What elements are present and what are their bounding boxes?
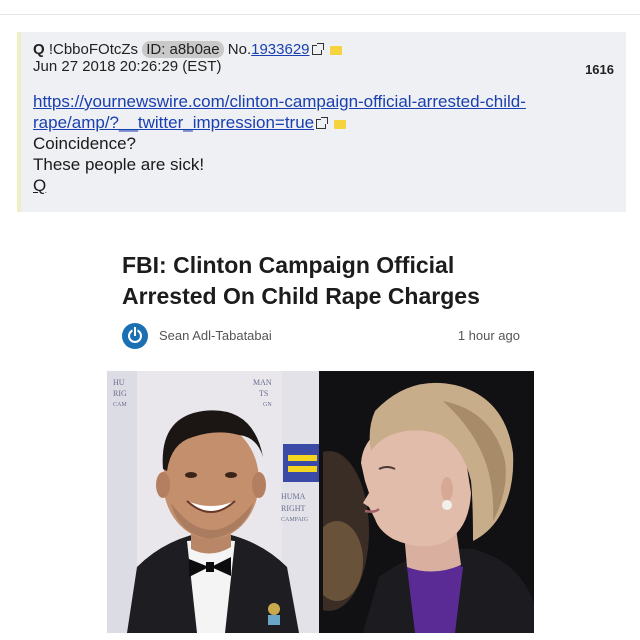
post-number-link[interactable]: 1933629 — [251, 41, 309, 58]
post-body: https://yournewswire.com/clinton-campaig… — [33, 91, 626, 196]
post-link-line-2[interactable]: rape/amp/?__twitter_impression=true — [33, 113, 314, 132]
article-time: 1 hour ago — [457, 328, 520, 343]
post-link-line-1[interactable]: https://yournewswire.com/clinton-campaig… — [33, 92, 526, 111]
backdrop-text: HUMA — [281, 492, 306, 501]
external-link-icon[interactable] — [316, 117, 329, 129]
backdrop-text: TS — [259, 389, 268, 398]
backdrop-text: GN — [263, 402, 272, 408]
photo-man-in-tuxedo: HU RIG CAM MAN TS GN HUMA RIGHT CAMPAIG — [107, 371, 319, 633]
backdrop-text: MAN — [253, 378, 272, 387]
post-header: Q !CbboFOtcZs ID: a8b0ae No.1933629 — [33, 41, 626, 58]
folder-icon[interactable] — [329, 46, 342, 55]
backdrop-text: HU — [113, 378, 125, 387]
article-title-line-2: Arrested On Child Rape Charges — [122, 283, 480, 309]
article-title-line-1: FBI: Clinton Campaign Official — [122, 252, 455, 278]
post-card: Q !CbboFOtcZs ID: a8b0ae No.1933629 Jun … — [17, 32, 626, 212]
screenshot-page: Q !CbboFOtcZs ID: a8b0ae No.1933629 Jun … — [0, 0, 640, 640]
backdrop-text: RIGHT — [281, 504, 306, 513]
external-link-icon[interactable] — [311, 43, 324, 55]
article-byline: Sean Adl-Tabatabai 1 hour ago — [122, 323, 522, 349]
post-link[interactable]: https://yournewswire.com/clinton-campaig… — [33, 91, 626, 133]
author-name[interactable]: Sean Adl-Tabatabai — [159, 328, 272, 343]
post-left-border — [17, 32, 21, 212]
article-photos: HU RIG CAM MAN TS GN HUMA RIGHT CAMPAIG — [107, 371, 534, 633]
post-number-label: No. — [227, 41, 252, 58]
post-count: 1616 — [585, 62, 614, 77]
poster-tripcode: !CbboFOtcZs — [48, 41, 139, 58]
article-title[interactable]: FBI: Clinton Campaign Official Arrested … — [122, 250, 542, 312]
top-divider — [0, 14, 640, 15]
backdrop-text: CAM — [113, 402, 127, 408]
power-logo-icon — [122, 323, 148, 349]
post-signature: Q — [33, 176, 47, 195]
backdrop-text: RIG — [113, 389, 127, 398]
folder-icon[interactable] — [334, 120, 347, 129]
photo-woman-profile — [323, 371, 534, 633]
post-date: Jun 27 2018 20:26:29 (EST) — [33, 58, 222, 75]
poster-id-badge[interactable]: ID: a8b0ae — [142, 41, 224, 58]
post-text-line: These people are sick! — [33, 155, 205, 174]
post-text-line: Coincidence? — [33, 134, 137, 153]
backdrop-text: CAMPAIG — [281, 517, 309, 523]
poster-name: Q — [33, 41, 45, 58]
hrc-logo-icon — [283, 444, 319, 482]
